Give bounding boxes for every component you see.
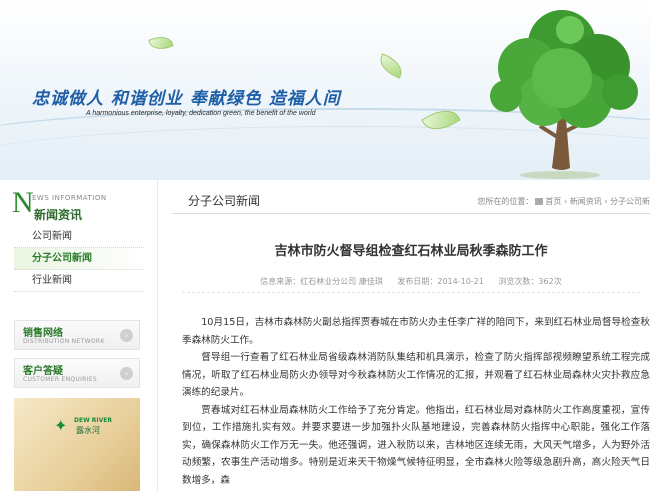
- sales-network-label: 销售网络: [23, 328, 63, 339]
- main-content: 分子公司新闻 您所在的位置： 首页 › 新闻资讯 › 分子公司新 吉林市防火督导组…: [172, 180, 650, 491]
- header-banner: 忠诚做人 和谐创业 奉献绿色 造福人间 A harmonious enterpr…: [0, 0, 650, 180]
- sidebar-news-list: 公司新闻 分子公司新闻 行业新闻: [14, 226, 144, 292]
- breadcrumb: 您所在的位置： 首页 › 新闻资讯 › 分子公司新: [477, 196, 650, 207]
- breadcrumb-separator: ›: [563, 197, 568, 206]
- article-body: 10月15日，吉林市森林防火副总指挥贾春城在市防火办主任李广祥的陪同下，来到红石…: [182, 314, 650, 489]
- sales-network-english: DISTRIBUTION NETWORK: [23, 338, 105, 345]
- leaf-icon: [148, 32, 174, 54]
- article-meta: 信息来源：红石林业分公司 康佳琪 发布日期：2014-10-21 浏览次数：36…: [172, 276, 650, 287]
- article-paragraph: 10月15日，吉林市森林防火副总指挥贾春城在市防火办主任李广祥的陪同下，来到红石…: [182, 317, 650, 346]
- news-initial: N: [12, 186, 34, 219]
- customer-enquiries-link[interactable]: 客户答疑 CUSTOMER ENQUIRIES ›: [14, 358, 140, 388]
- sidebar: N EWS INFORMATION 新闻资讯 公司新闻 分子公司新闻 行业新闻 …: [0, 180, 158, 491]
- breadcrumb-subsidiary[interactable]: 分子公司新: [610, 197, 650, 206]
- breadcrumb-prefix: 您所在的位置：: [477, 197, 534, 206]
- customer-enquiries-label: 客户答疑: [23, 366, 63, 377]
- sidebar-item-industry-news[interactable]: 行业新闻: [14, 270, 144, 292]
- news-chinese-label: 新闻资讯: [34, 208, 83, 222]
- content-header: 分子公司新闻 您所在的位置： 首页 › 新闻资讯 › 分子公司新: [172, 186, 650, 214]
- sidebar-item-company-news[interactable]: 公司新闻: [14, 226, 144, 248]
- leaf-icon: [375, 53, 407, 79]
- sales-network-link[interactable]: 销售网络 DISTRIBUTION NETWORK ›: [14, 320, 140, 350]
- chevron-right-icon: ›: [120, 367, 133, 380]
- breadcrumb-home[interactable]: 首页: [545, 197, 561, 206]
- article-title: 吉林市防火督导组检查红石林业局秋季森防工作: [274, 244, 548, 259]
- sidebar-item-subsidiary-news[interactable]: 分子公司新闻: [14, 248, 144, 270]
- promo-banner[interactable]: ✦ DEW RIVER 露水河: [14, 398, 140, 491]
- logo-english: DEW RIVER: [74, 417, 113, 424]
- chevron-right-icon: ›: [120, 329, 133, 342]
- article-paragraph: 督导组一行查看了红石林业局省级森林消防队集结和机具演示，检查了防火指挥部视频瞭望…: [182, 352, 650, 398]
- breadcrumb-news[interactable]: 新闻资讯: [570, 197, 602, 206]
- article-date: 发布日期：2014-10-21: [397, 277, 484, 286]
- news-english-label: EWS INFORMATION: [32, 194, 107, 202]
- article-views: 浏览次数：362次: [498, 277, 562, 286]
- logo-chinese: 露水河: [76, 426, 100, 435]
- customer-enquiries-english: CUSTOMER ENQUIRIES: [23, 376, 97, 383]
- article-paragraph: 贾春城对红石林业局森林防火工作给予了充分肯定。他指出，红石林业局对森林防火工作高…: [182, 404, 650, 486]
- logo-icon: ✦: [54, 416, 68, 435]
- divider: [182, 292, 640, 293]
- tree-icon: [490, 10, 638, 179]
- home-icon: [535, 198, 544, 205]
- article-source: 信息来源：红石林业分公司 康佳琪: [260, 277, 383, 286]
- breadcrumb-separator: ›: [604, 197, 608, 206]
- dew-river-logo: ✦ DEW RIVER 露水河: [54, 416, 124, 438]
- news-section-header: N EWS INFORMATION 新闻资讯: [12, 186, 152, 224]
- slogan: 忠诚做人 和谐创业 奉献绿色 造福人间: [32, 89, 341, 109]
- page-title: 分子公司新闻: [188, 194, 261, 208]
- slogan-english: A harmonious enterprise, loyalty, dedica…: [86, 110, 316, 117]
